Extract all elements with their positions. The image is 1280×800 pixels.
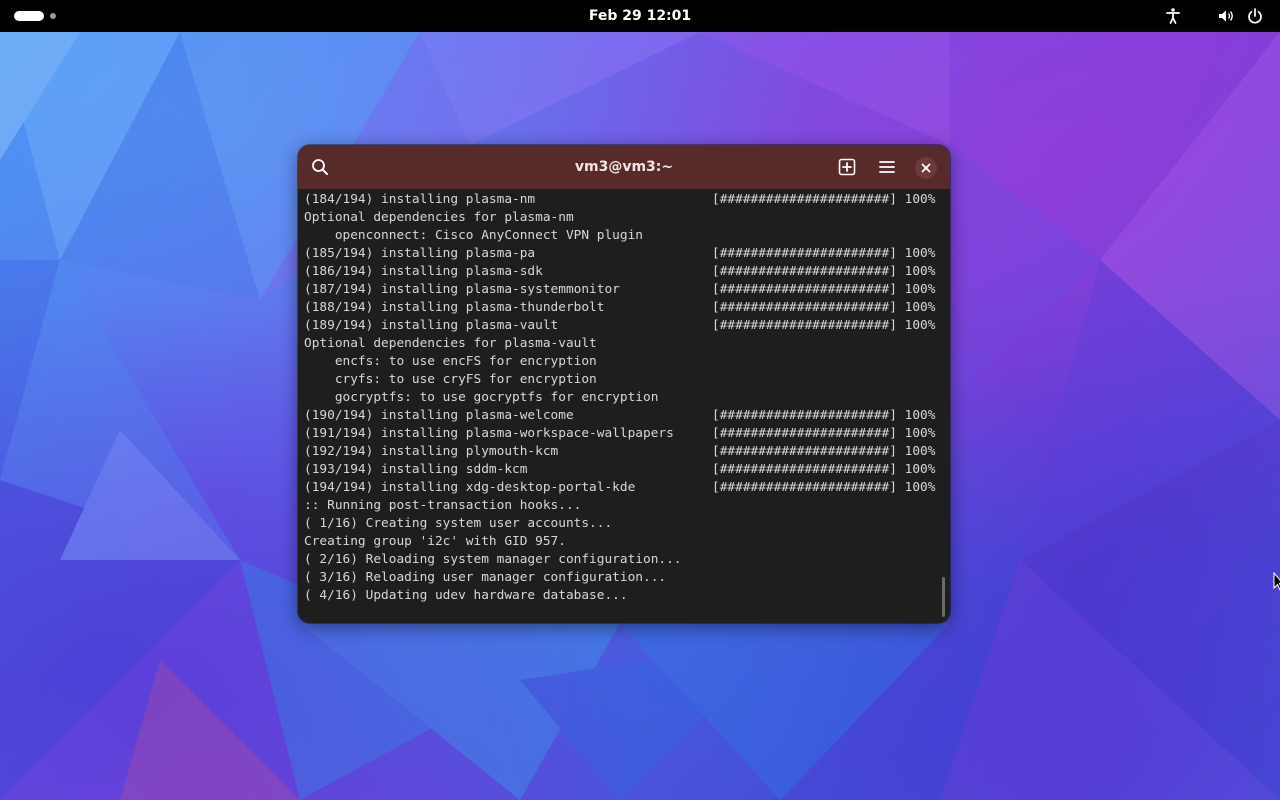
terminal-line: (192/194) installing plymouth-kcm [######… <box>304 443 940 461</box>
new-tab-button[interactable] <box>833 153 861 181</box>
terminal-window[interactable]: vm3@vm3:~ (184/194) installing plasma-nm… <box>298 145 950 623</box>
terminal-line-text: ( 4/16) Updating udev hardware database.… <box>304 588 628 603</box>
search-icon <box>312 159 328 175</box>
terminal-line: (187/194) installing plasma-systemmonito… <box>304 281 940 299</box>
terminal-line-text: (190/194) installing plasma-welcome <box>304 408 574 423</box>
terminal-line-text: (193/194) installing sddm-kcm <box>304 462 528 477</box>
terminal-line-text: (194/194) installing xdg-desktop-portal-… <box>304 480 636 495</box>
terminal-progress-bar: [######################] 100% <box>712 480 936 495</box>
terminal-progress-bar: [######################] 100% <box>712 462 936 477</box>
terminal-line: ( 1/16) Creating system user accounts... <box>304 515 940 533</box>
terminal-line-text: Optional dependencies for plasma-nm <box>304 210 574 225</box>
terminal-progress-bar: [######################] 100% <box>712 426 936 441</box>
terminal-line-text: (187/194) installing plasma-systemmonito… <box>304 282 620 297</box>
clock: Feb 29 12:01 <box>0 0 1280 32</box>
terminal-line-text: (186/194) installing plasma-sdk <box>304 264 543 279</box>
terminal-line: (194/194) installing xdg-desktop-portal-… <box>304 479 940 497</box>
terminal-line: (191/194) installing plasma-workspace-wa… <box>304 425 940 443</box>
terminal-progress-bar: [######################] 100% <box>712 282 936 297</box>
terminal-line: cryfs: to use cryFS for encryption <box>304 371 940 389</box>
terminal-progress-bar: [######################] 100% <box>712 408 936 423</box>
terminal-progress-bar: [######################] 100% <box>712 192 936 207</box>
workspace-indicator-inactive[interactable] <box>50 13 56 19</box>
accessibility-icon[interactable] <box>1163 6 1183 26</box>
terminal-line: ( 3/16) Reloading user manager configura… <box>304 569 940 587</box>
main-menu-button[interactable] <box>873 153 901 181</box>
terminal-line-text: openconnect: Cisco AnyConnect VPN plugin <box>304 228 643 243</box>
terminal-line-text: Optional dependencies for plasma-vault <box>304 336 597 351</box>
terminal-line: (184/194) installing plasma-nm [#########… <box>304 191 940 209</box>
terminal-line: Optional dependencies for plasma-nm <box>304 209 940 227</box>
scrollbar[interactable] <box>942 577 945 617</box>
terminal-progress-bar: [######################] 100% <box>712 318 936 333</box>
new-tab-icon <box>838 158 856 176</box>
terminal-line-text: cryfs: to use cryFS for encryption <box>304 372 597 387</box>
terminal-progress-bar: [######################] 100% <box>712 246 936 261</box>
search-button[interactable] <box>306 153 334 181</box>
terminal-line-text: Creating group 'i2c' with GID 957. <box>304 534 566 549</box>
terminal-line: (193/194) installing sddm-kcm [##########… <box>304 461 940 479</box>
close-button[interactable] <box>915 157 937 179</box>
terminal-line-text: (188/194) installing plasma-thunderbolt <box>304 300 605 315</box>
terminal-line-text: (192/194) installing plymouth-kcm <box>304 444 559 459</box>
terminal-line: (185/194) installing plasma-pa [#########… <box>304 245 940 263</box>
activities-button[interactable] <box>14 10 64 22</box>
terminal-line: gocryptfs: to use gocryptfs for encrypti… <box>304 389 940 407</box>
terminal-line: ( 4/16) Updating udev hardware database.… <box>304 587 940 605</box>
mouse-cursor <box>1273 572 1280 591</box>
terminal-line: (186/194) installing plasma-sdk [########… <box>304 263 940 281</box>
terminal-line: encfs: to use encFS for encryption <box>304 353 940 371</box>
terminal-line: Creating group 'i2c' with GID 957. <box>304 533 940 551</box>
terminal-line-text: gocryptfs: to use gocryptfs for encrypti… <box>304 390 659 405</box>
menu-icon <box>879 161 895 173</box>
clock-button[interactable]: Feb 29 12:01 <box>589 8 691 24</box>
top-bar: Feb 29 12:01 <box>0 0 1280 32</box>
terminal-line: ( 2/16) Reloading system manager configu… <box>304 551 940 569</box>
terminal-line: (189/194) installing plasma-vault [######… <box>304 317 940 335</box>
terminal-progress-bar: [######################] 100% <box>712 444 936 459</box>
terminal-line-text: (191/194) installing plasma-workspace-wa… <box>304 426 674 441</box>
terminal-line-text: (184/194) installing plasma-nm <box>304 192 536 207</box>
close-icon <box>921 163 931 173</box>
terminal-line: openconnect: Cisco AnyConnect VPN plugin <box>304 227 940 245</box>
clock-date: Feb 29 <box>588 8 642 24</box>
terminal-line-text: (185/194) installing plasma-pa <box>304 246 536 261</box>
header-bar[interactable]: vm3@vm3:~ <box>298 145 950 189</box>
terminal-output[interactable]: (184/194) installing plasma-nm [#########… <box>304 191 940 611</box>
workspace-indicator-active[interactable] <box>14 11 44 21</box>
terminal-progress-bar: [######################] 100% <box>712 264 936 279</box>
terminal-line: Optional dependencies for plasma-vault <box>304 335 940 353</box>
terminal-line-text: encfs: to use encFS for encryption <box>304 354 597 369</box>
clock-time: 12:01 <box>646 8 692 24</box>
terminal-line: (190/194) installing plasma-welcome [####… <box>304 407 940 425</box>
terminal-line: :: Running post-transaction hooks... <box>304 497 940 515</box>
terminal-progress-bar: [######################] 100% <box>712 300 936 315</box>
terminal-line-text: (189/194) installing plasma-vault <box>304 318 559 333</box>
volume-icon[interactable] <box>1216 6 1236 26</box>
terminal-line-text: :: Running post-transaction hooks... <box>304 498 582 513</box>
terminal-line-text: ( 1/16) Creating system user accounts... <box>304 516 613 531</box>
power-icon[interactable] <box>1245 6 1265 26</box>
terminal-line-text: ( 2/16) Reloading system manager configu… <box>304 552 682 567</box>
desktop-background: Feb 29 12:01 vm3@vm3:~ (184/194) install… <box>0 0 1280 800</box>
terminal-line-text: ( 3/16) Reloading user manager configura… <box>304 570 667 585</box>
terminal-line: (188/194) installing plasma-thunderbolt [… <box>304 299 940 317</box>
